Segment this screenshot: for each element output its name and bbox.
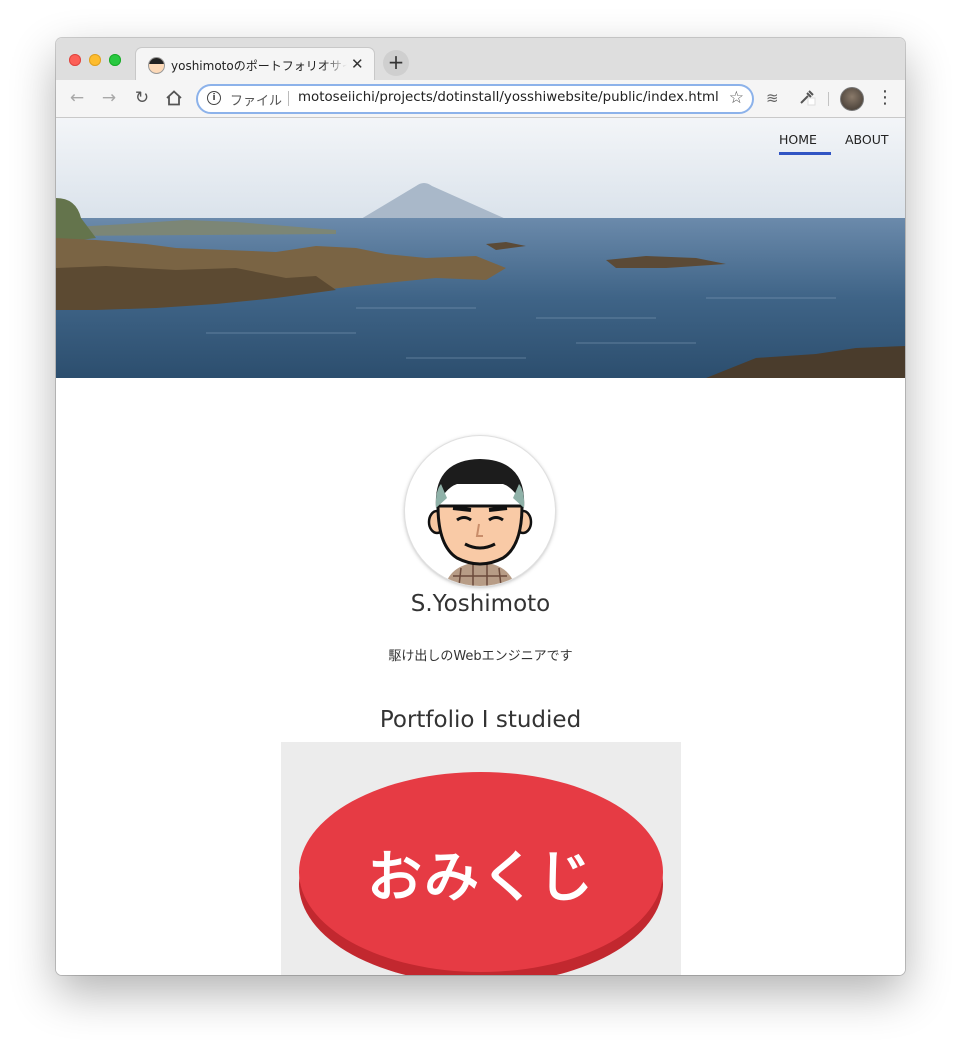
- url-separator: [288, 91, 289, 106]
- avatar-illustration: [427, 459, 533, 586]
- new-tab-button[interactable]: +: [383, 50, 409, 76]
- tab-strip: yoshimotoのポートフォリオサイト ✕ +: [56, 38, 905, 82]
- eyedropper-icon[interactable]: [798, 88, 816, 111]
- seascape-image: [56, 118, 905, 378]
- profile-avatar-icon[interactable]: [840, 87, 864, 111]
- close-window-button[interactable]: [69, 54, 81, 66]
- portfolio-card-omikuji[interactable]: おみくじ: [281, 742, 681, 975]
- page-content: HOME ABOUT S.Yoshimoto 駆け出しのWebエンジニアです P…: [56, 118, 905, 975]
- favicon-icon: [148, 57, 165, 74]
- toolbar-divider: [828, 92, 829, 106]
- back-arrow-icon[interactable]: ←: [65, 86, 89, 110]
- minimize-window-button[interactable]: [89, 54, 101, 66]
- forward-arrow-icon[interactable]: →: [97, 86, 121, 110]
- home-icon[interactable]: [162, 86, 186, 110]
- profile-description: 駆け出しのWebエンジニアです: [388, 649, 573, 664]
- omikuji-label: おみくじ: [366, 845, 595, 909]
- nav-about-link[interactable]: ABOUT: [845, 132, 889, 147]
- hero-image: [56, 118, 905, 378]
- info-icon[interactable]: i: [207, 91, 221, 105]
- profile-avatar: [405, 436, 555, 586]
- profile-name: S.Yoshimoto: [410, 591, 551, 617]
- zoom-window-button[interactable]: [109, 54, 121, 66]
- portfolio-section-title: Portfolio I studied: [379, 707, 582, 733]
- menu-kebab-icon[interactable]: ⋮: [876, 87, 894, 109]
- tab-close-icon[interactable]: ✕: [351, 54, 364, 74]
- reload-icon[interactable]: ↻: [130, 86, 154, 110]
- address-bar[interactable]: i ファイル motoseiichi/projects/dotinstall/y…: [196, 84, 754, 114]
- tab-title: yoshimotoのポートフォリオサイト: [171, 57, 347, 74]
- url-scheme-label: ファイル: [230, 94, 283, 109]
- browser-window: yoshimotoのポートフォリオサイト ✕ + ← → ↻ i ファイル mo…: [56, 38, 905, 975]
- extension-icon[interactable]: ≋: [766, 88, 779, 108]
- bookmark-star-icon[interactable]: ☆: [729, 88, 744, 108]
- nav-active-indicator: [779, 152, 831, 155]
- browser-tab[interactable]: yoshimotoのポートフォリオサイト ✕: [135, 47, 375, 82]
- browser-toolbar: ← → ↻ i ファイル motoseiichi/projects/dotins…: [56, 80, 905, 118]
- url-text[interactable]: motoseiichi/projects/dotinstall/yosshiwe…: [298, 90, 718, 105]
- nav-home-link[interactable]: HOME: [779, 132, 817, 147]
